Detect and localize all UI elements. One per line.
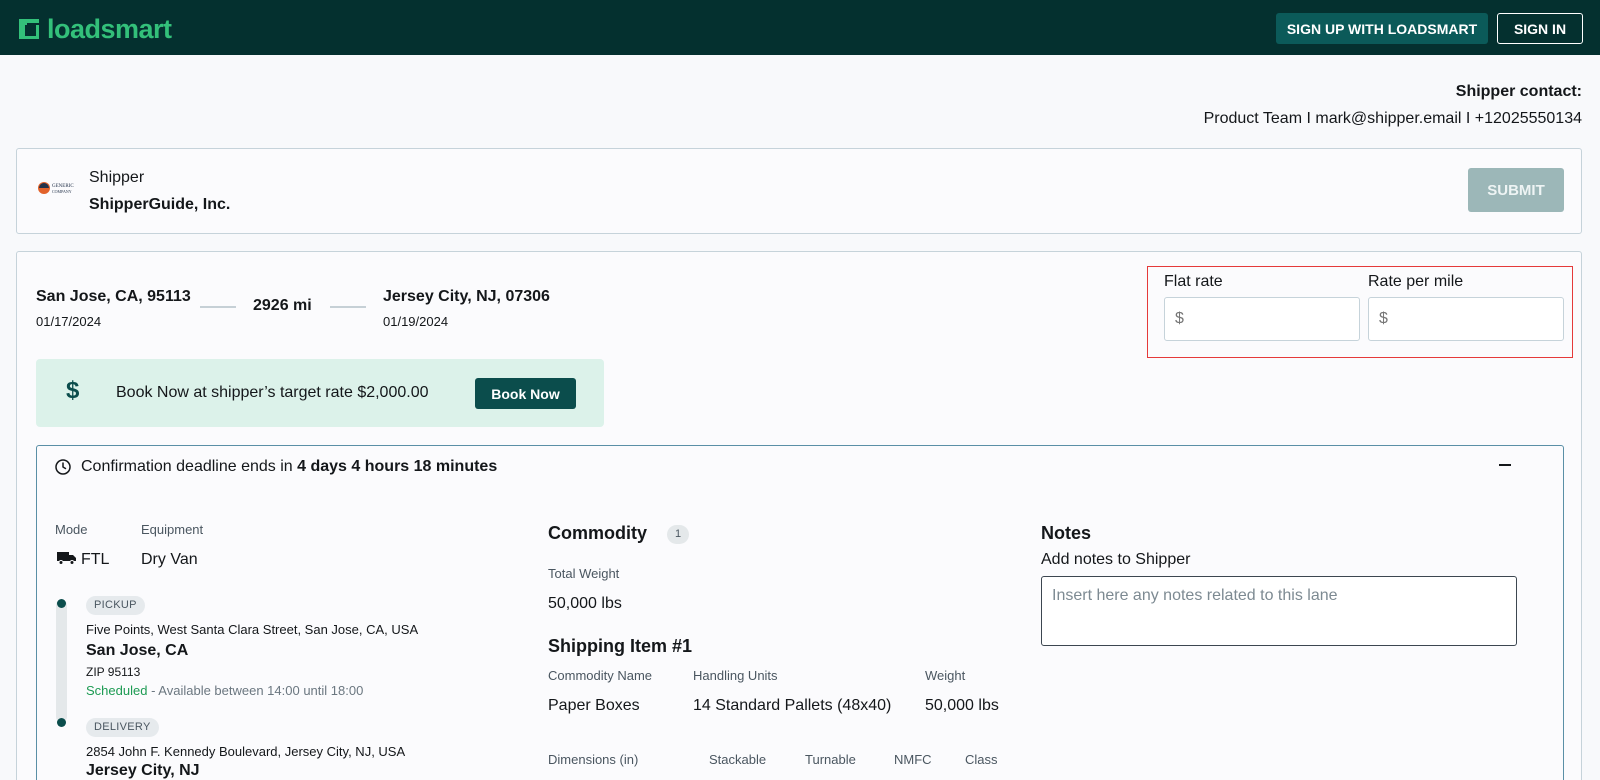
handling-units-value: 14 Standard Pallets (48x40): [693, 697, 892, 714]
equipment-label: Equipment: [141, 522, 204, 537]
shipper-contact-details: Product Team I mark@shipper.email I +120…: [1203, 110, 1582, 127]
pickup-window: - Available between 14:00 until 18:00: [147, 683, 364, 698]
origin-date: 01/17/2024: [36, 314, 102, 329]
total-weight-label: Total Weight: [548, 566, 620, 581]
signin-button[interactable]: SIGN IN: [1497, 13, 1583, 44]
route-divider: [200, 306, 236, 308]
pickup-address: Five Points, West Santa Clara Street, Sa…: [86, 622, 419, 637]
origin-city: San Jose, CA, 95113: [36, 288, 191, 305]
commodity-name-label: Commodity Name: [548, 668, 653, 683]
handling-units-label: Handling Units: [693, 668, 778, 683]
shipper-name: ShipperGuide, Inc.: [89, 196, 231, 213]
dimensions-label: Dimensions (in): [548, 752, 639, 767]
pickup-status: Scheduled: [86, 683, 148, 698]
shipper-contact-title: Shipper contact:: [1455, 83, 1582, 100]
dollar-icon: $: [66, 377, 80, 404]
top-navbar: loadsmart SIGN UP WITH LOADSMART SIGN IN: [0, 0, 1600, 55]
mode-value: FTL: [81, 551, 110, 568]
clock-icon: [54, 458, 72, 476]
total-weight-value: 50,000 lbs: [548, 595, 622, 612]
book-now-text: Book Now at shipper’s target rate $2,000…: [116, 384, 429, 401]
shipper-label: Shipper: [89, 169, 145, 186]
collapse-icon[interactable]: [1499, 464, 1511, 466]
destination-date: 01/19/2024: [383, 314, 449, 329]
delivery-address: 2854 John F. Kennedy Boulevard, Jersey C…: [86, 744, 406, 759]
company-logo-text-2: COMPANY: [52, 189, 72, 194]
equipment-value: Dry Van: [141, 551, 198, 568]
shipping-item-title: Shipping Item #1: [548, 636, 693, 656]
turnable-label: Turnable: [805, 752, 856, 767]
notes-title: Notes: [1041, 523, 1092, 543]
flat-rate-input[interactable]: [1164, 297, 1360, 341]
route-divider: [330, 306, 366, 308]
stops-timeline: [56, 600, 67, 722]
signup-button[interactable]: SIGN UP WITH LOADSMART: [1276, 13, 1488, 44]
shipper-card: GENERIC COMPANY Shipper ShipperGuide, In…: [16, 148, 1582, 234]
delivery-tag: DELIVERY: [86, 718, 159, 737]
pickup-zip: ZIP 95113: [86, 665, 141, 679]
loadsmart-logo-icon: [16, 16, 42, 42]
deadline-value: 4 days 4 hours 18 minutes: [297, 458, 498, 475]
flat-rate-label: Flat rate: [1164, 273, 1223, 290]
deadline-prefix: Confirmation deadline ends in: [81, 458, 298, 475]
timeline-dot: [57, 599, 66, 608]
notes-subtitle: Add notes to Shipper: [1041, 551, 1191, 568]
stackable-label: Stackable: [709, 752, 767, 767]
class-label: Class: [965, 752, 998, 767]
book-now-banner: $ Book Now at shipper’s target rate $2,0…: [36, 359, 604, 427]
brand-name: loadsmart: [47, 14, 172, 44]
commodity-name-value: Paper Boxes: [548, 697, 640, 714]
company-logo-icon: GENERIC COMPANY: [37, 179, 81, 197]
rate-inputs-group: Flat rate Rate per mile: [1147, 266, 1573, 358]
submit-button[interactable]: SUBMIT: [1468, 168, 1564, 212]
route-distance: 2926 mi: [253, 297, 312, 314]
destination-city: Jersey City, NJ, 07306: [383, 288, 550, 305]
timeline-dot: [57, 718, 66, 727]
weight-label: Weight: [925, 668, 966, 683]
pickup-tag: PICKUP: [86, 596, 145, 615]
mode-label: Mode: [55, 522, 88, 537]
pickup-schedule: Scheduled - Available between 14:00 unti…: [86, 683, 363, 698]
lane-details-panel: Confirmation deadline ends in 4 days 4 h…: [36, 445, 1564, 780]
confirmation-deadline: Confirmation deadline ends in 4 days 4 h…: [81, 458, 497, 476]
notes-textarea[interactable]: [1041, 576, 1517, 646]
commodity-title: Commodity: [548, 523, 647, 543]
weight-value: 50,000 lbs: [925, 697, 999, 714]
nmfc-label: NMFC: [894, 752, 932, 767]
pickup-city: San Jose, CA: [86, 642, 189, 659]
rate-per-mile-input[interactable]: [1368, 297, 1564, 341]
truck-icon: [57, 551, 77, 565]
delivery-city: Jersey City, NJ: [86, 762, 200, 779]
loadsmart-logo[interactable]: loadsmart: [16, 14, 172, 44]
commodity-count-badge: 1: [667, 525, 689, 544]
lane-card: San Jose, CA, 95113 01/17/2024 2926 mi J…: [16, 251, 1582, 780]
rate-per-mile-label: Rate per mile: [1368, 273, 1464, 290]
book-now-button[interactable]: Book Now: [475, 378, 576, 409]
